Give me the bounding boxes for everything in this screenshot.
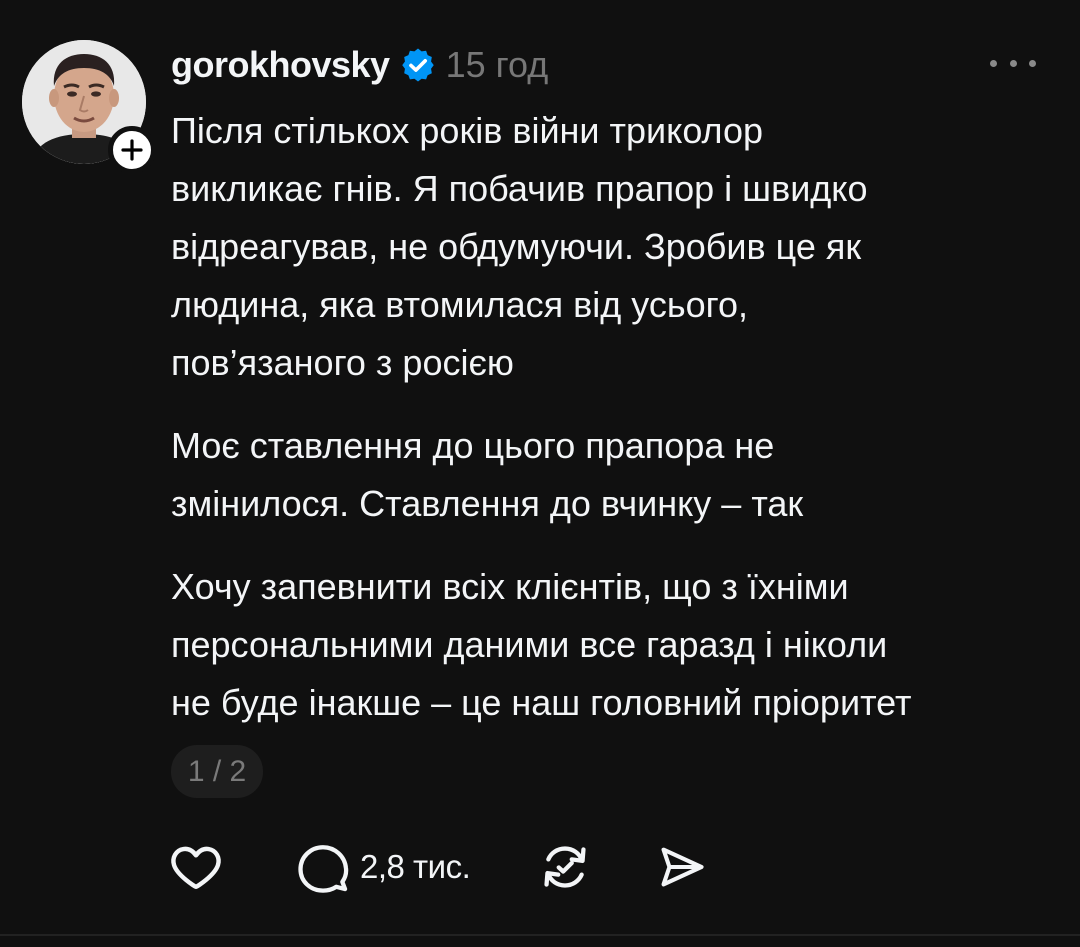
more-dots-icon xyxy=(990,59,997,67)
username-link[interactable]: gorokhovsky xyxy=(171,44,390,86)
more-dot xyxy=(1029,59,1036,67)
post-paragraph: Хочу запевнити всіх клієнтів, що з їхнім… xyxy=(171,566,912,723)
thread-page-indicator: 1 / 2 xyxy=(171,745,263,798)
thread-post: gorokhovsky 15 год Після стількох років … xyxy=(0,0,1080,947)
post-body[interactable]: Після стількох років війни триколор викл… xyxy=(171,102,1071,732)
send-icon xyxy=(661,847,704,887)
comment-button[interactable]: 2,8 тис. xyxy=(296,840,471,894)
comment-bubble-icon xyxy=(298,845,349,893)
post-divider xyxy=(0,934,1080,936)
post-paragraph: Після стількох років війни триколор викл… xyxy=(171,110,868,383)
post-paragraph: Моє ставлення до цього прапора не змінил… xyxy=(171,425,804,524)
more-dot xyxy=(1009,59,1017,67)
plus-icon xyxy=(121,139,143,161)
share-button[interactable] xyxy=(656,841,708,893)
more-options-button[interactable] xyxy=(990,48,1036,78)
post-timestamp[interactable]: 15 год xyxy=(446,44,549,86)
post-header: gorokhovsky 15 год xyxy=(171,40,548,90)
comment-count: 2,8 тис. xyxy=(360,848,471,885)
follow-button[interactable] xyxy=(108,126,156,174)
heart-icon xyxy=(171,846,221,890)
verified-badge-icon xyxy=(400,47,436,83)
post-actions: 2,8 тис. xyxy=(168,836,708,898)
avatar-container xyxy=(22,40,156,174)
repost-icon xyxy=(544,846,586,888)
like-button[interactable] xyxy=(168,839,224,895)
repost-button[interactable] xyxy=(538,840,592,894)
